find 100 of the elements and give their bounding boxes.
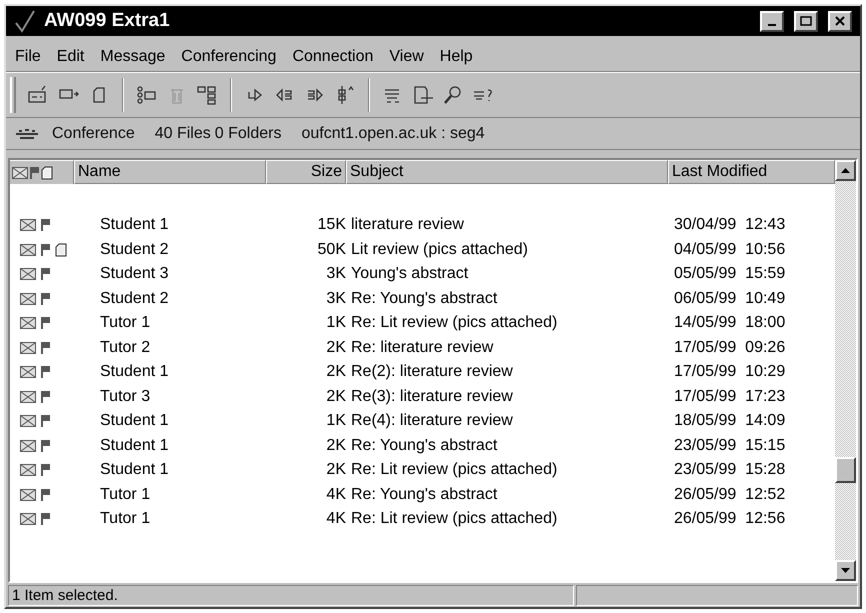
name-cell-text: Tutor 1: [100, 313, 152, 334]
date-cell-text: 18/05/99 14:09: [674, 411, 786, 432]
subject-cell-text: Re: Lit review (pics attached): [350, 313, 558, 334]
name-cell-text: Tutor 3: [100, 386, 152, 407]
name-cell-text: Student 1: [100, 460, 170, 480]
envelope-icon: [20, 366, 36, 378]
subject-cell-text: Re: Young's abstract: [350, 288, 498, 309]
envelope-icon: [20, 342, 36, 354]
name-cell-text: Student 1: [100, 362, 170, 382]
envelope-icon: [20, 440, 36, 452]
maximize-button[interactable]: [794, 10, 818, 32]
column-header[interactable]: Subject: [346, 160, 668, 184]
date-cell-text: 26/05/99 12:52: [674, 484, 786, 505]
subject-cell-text: Re: Lit review (pics attached): [350, 509, 558, 530]
envelope-icon: [20, 292, 36, 305]
envelope-icon: [20, 268, 36, 280]
server-path: oufcnt1.open.ac.uk : seg4: [301, 124, 485, 144]
menu-item[interactable]: File: [10, 44, 46, 68]
menu-item[interactable]: Connection: [287, 44, 378, 68]
flag-icon: [41, 342, 50, 354]
name-cell-text: Tutor 1: [100, 484, 152, 505]
date-cell-text: 14/05/99 18:00: [674, 313, 786, 334]
size-cell-text: 3K: [325, 264, 347, 284]
envelope-icon: [20, 513, 36, 526]
name-cell-text: Student 2: [100, 288, 170, 309]
size-cell-text: 2K: [325, 386, 347, 407]
flag-icon: [41, 390, 50, 403]
name-cell-text: Student 1: [100, 411, 170, 432]
name-cell-text: Student 3: [100, 264, 170, 284]
scroll-down-icon[interactable]: [841, 568, 850, 573]
close-icon: [834, 16, 846, 26]
window-title: AW099 Extra1: [44, 8, 170, 33]
flag-icon: [41, 488, 50, 501]
flag-icon: [41, 292, 50, 305]
subject-cell-text: Young's abstract: [350, 264, 470, 284]
size-cell-text: 2K: [325, 460, 347, 480]
size-cell-text: 2K: [325, 436, 347, 456]
subject-cell-text: Lit review (pics attached): [350, 240, 529, 260]
subject-cell-text: Re: Young's abstract: [350, 484, 498, 505]
envelope-column-icon: [12, 166, 28, 178]
subject-cell-text: literature review: [350, 215, 465, 236]
menu-item[interactable]: Help: [434, 44, 478, 68]
attachment-column-icon: [41, 166, 53, 180]
flag-icon: [41, 244, 50, 256]
status-text: 1 Item selected.: [8, 585, 574, 606]
date-cell-text: 23/05/99 15:28: [674, 460, 786, 480]
flag-icon: [41, 219, 50, 232]
name-cell-text: Tutor 2: [100, 338, 152, 358]
minimize-icon: [768, 24, 776, 26]
menu-item[interactable]: Conferencing: [176, 44, 282, 68]
date-cell-text: 04/05/99 10:56: [674, 240, 786, 260]
subject-cell-text: Re(2): literature review: [350, 362, 514, 382]
subject-cell-text: Re: Young's abstract: [350, 436, 498, 456]
flag-icon: [41, 317, 50, 330]
toolbar-grip[interactable]: [10, 77, 16, 113]
size-cell-text: 1K: [325, 313, 347, 334]
size-cell-text: 4K: [325, 484, 347, 505]
size-cell-text: 50K: [316, 240, 347, 260]
name-cell-text: Tutor 1: [100, 509, 152, 530]
menu-item[interactable]: Edit: [52, 44, 90, 68]
minimize-button[interactable]: [760, 10, 784, 32]
file-count: 40 Files: [154, 124, 211, 144]
size-cell-text: 2K: [325, 338, 347, 358]
subject-cell-text: Re(4): literature review: [350, 411, 514, 432]
envelope-icon: [20, 415, 36, 428]
column-header[interactable]: Size: [266, 160, 346, 184]
date-cell-text: 05/05/99 15:59: [674, 264, 786, 284]
envelope-icon: [20, 244, 36, 256]
menu-item[interactable]: View: [384, 44, 429, 68]
date-cell-text: 30/04/99 12:43: [674, 215, 786, 236]
size-cell-text: 3K: [325, 288, 347, 309]
date-cell-text: 23/05/99 15:15: [674, 436, 786, 456]
menu-item[interactable]: Message: [95, 44, 170, 68]
name-cell-text: Student 2: [100, 240, 170, 260]
location-label: Conference: [52, 124, 135, 144]
close-button[interactable]: [828, 10, 852, 32]
name-cell-text: Student 1: [100, 436, 170, 456]
envelope-icon: [20, 390, 36, 403]
size-cell-text: 4K: [325, 509, 347, 530]
envelope-icon: [20, 488, 36, 501]
size-cell-text: 15K: [316, 215, 347, 236]
date-cell-text: 26/05/99 12:56: [674, 509, 786, 530]
scroll-thumb[interactable]: [835, 457, 856, 483]
flag-icon: [41, 513, 50, 526]
flag-icon: [41, 415, 50, 428]
date-cell-text: 17/05/99 09:26: [674, 338, 786, 358]
scrollbar[interactable]: [835, 160, 856, 581]
checkmark-icon: [14, 9, 36, 33]
envelope-icon: [20, 219, 36, 232]
subject-cell-text: Re(3): literature review: [350, 386, 514, 407]
column-header[interactable]: Name: [74, 160, 266, 184]
column-header[interactable]: Last Modified: [668, 160, 835, 184]
envelope-icon: [20, 464, 36, 476]
flag-icon: [41, 366, 50, 378]
scroll-up-icon[interactable]: [841, 168, 850, 173]
subject-cell-text: Re: literature review: [350, 338, 494, 358]
date-cell-text: 17/05/99 17:23: [674, 386, 786, 407]
flag-icon: [41, 440, 50, 452]
name-cell-text: Student 1: [100, 215, 170, 236]
date-cell-text: 06/05/99 10:49: [674, 288, 786, 309]
